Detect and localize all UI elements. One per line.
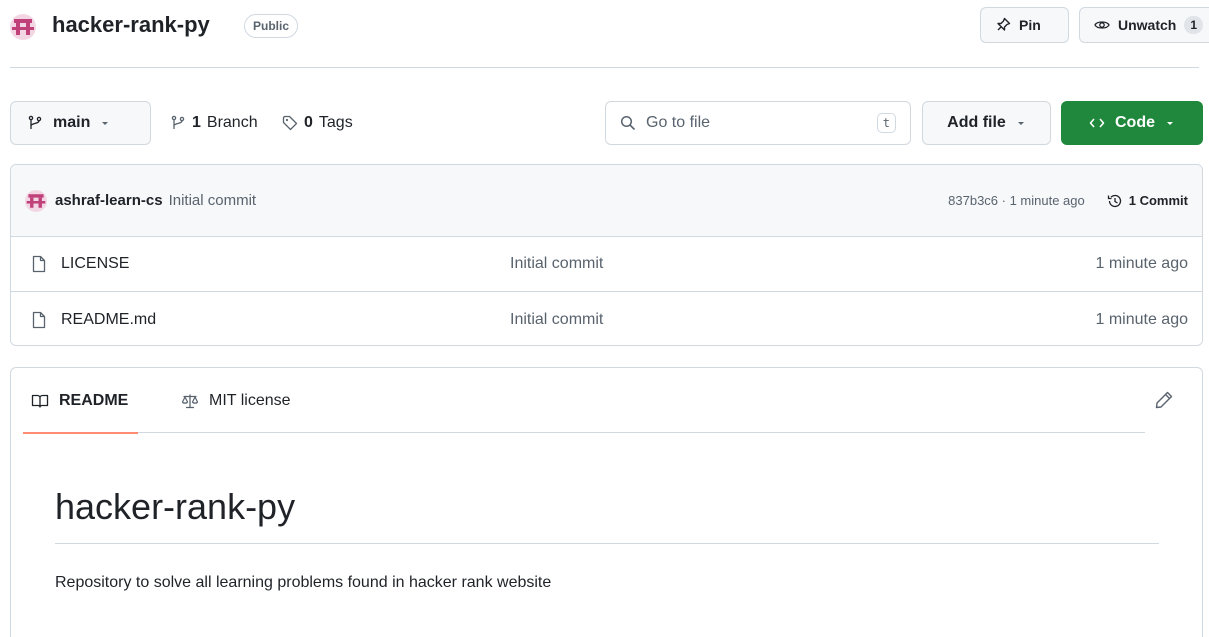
tags-link[interactable]: 0 Tags xyxy=(282,101,353,145)
file-commit-message[interactable]: Initial commit xyxy=(510,255,603,273)
visibility-badge: Public xyxy=(244,14,299,38)
latest-commit-bar: ashraf-learn-cs Initial commit 837b3c6 ·… xyxy=(11,165,1202,237)
readme-heading: hacker-rank-py xyxy=(55,486,296,527)
branch-count: 1 xyxy=(192,114,201,131)
commit-history-link[interactable]: 1 Commit xyxy=(1107,193,1188,209)
add-file-label: Add file xyxy=(947,114,1006,131)
repo-name-link[interactable]: hacker-rank-py xyxy=(52,12,210,38)
eye-icon xyxy=(1094,21,1110,29)
file-name-link[interactable]: LICENSE xyxy=(61,255,461,273)
commit-hash-time[interactable]: 837b3c6 · 1 minute ago xyxy=(948,193,1085,208)
unwatch-label: Unwatch xyxy=(1118,17,1177,33)
branch-name: main xyxy=(53,114,91,131)
commit-author-avatar[interactable] xyxy=(25,189,47,212)
branch-selector-button[interactable]: main xyxy=(10,101,151,145)
header-divider xyxy=(10,67,1199,68)
code-button[interactable]: Code xyxy=(1061,101,1203,145)
shortcut-key-hint: t xyxy=(876,113,896,133)
readme-panel: README MIT license hacker-rank-py Reposi… xyxy=(10,367,1203,637)
tab-license[interactable]: MIT license xyxy=(181,368,291,433)
file-icon xyxy=(32,311,46,328)
file-name-link[interactable]: README.md xyxy=(61,311,461,329)
pin-label: Pin xyxy=(1019,17,1041,33)
search-icon xyxy=(620,115,636,131)
unwatch-button[interactable]: Unwatch 1 xyxy=(1079,7,1209,43)
history-icon xyxy=(1107,194,1121,207)
file-browser: ashraf-learn-cs Initial commit 837b3c6 ·… xyxy=(10,164,1203,346)
tab-readme[interactable]: README xyxy=(22,368,139,434)
readme-body-text: Repository to solve all learning problem… xyxy=(55,574,552,591)
file-icon xyxy=(32,255,46,273)
tag-icon xyxy=(282,115,298,131)
file-row[interactable]: LICENSE Initial commit 1 minute ago xyxy=(11,237,1202,292)
watch-count: 1 xyxy=(1184,16,1204,34)
go-to-file-placeholder: Go to file xyxy=(646,114,711,131)
tab-readme-label: README xyxy=(59,391,129,409)
book-icon xyxy=(31,394,49,408)
branch-label: Branch xyxy=(206,114,258,131)
branches-link[interactable]: 1 Branch xyxy=(170,101,258,145)
readme-tab-bar: README MIT license xyxy=(22,368,1145,434)
chevron-down-icon xyxy=(1017,122,1024,125)
pin-icon xyxy=(997,17,1011,31)
repo-owner-avatar[interactable] xyxy=(10,14,36,40)
file-commit-time: 1 minute ago xyxy=(1095,255,1188,272)
file-commit-message[interactable]: Initial commit xyxy=(510,311,603,329)
chevron-down-icon xyxy=(102,122,109,125)
git-branch-icon xyxy=(28,115,42,129)
pin-button[interactable]: Pin xyxy=(980,7,1069,43)
git-branch-icon xyxy=(171,115,185,129)
go-to-file-input[interactable]: Go to file t xyxy=(605,101,911,145)
tag-label: Tags xyxy=(318,114,353,131)
code-label: Code xyxy=(1115,114,1155,131)
commit-message-link[interactable]: Initial commit xyxy=(169,192,257,209)
readme-heading-divider xyxy=(55,543,1159,544)
tab-license-label: MIT license xyxy=(209,391,291,409)
commit-author-link[interactable]: ashraf-learn-cs xyxy=(55,192,163,209)
code-icon xyxy=(1089,118,1105,128)
pencil-edit-icon[interactable] xyxy=(1154,390,1174,410)
file-row[interactable]: README.md Initial commit 1 minute ago xyxy=(11,292,1202,345)
commit-count-label: 1 Commit xyxy=(1128,193,1188,208)
chevron-down-icon xyxy=(1167,122,1173,125)
file-commit-time: 1 minute ago xyxy=(1095,310,1188,328)
tag-count: 0 xyxy=(304,114,313,131)
add-file-button[interactable]: Add file xyxy=(922,101,1051,145)
law-scale-icon xyxy=(181,394,199,408)
